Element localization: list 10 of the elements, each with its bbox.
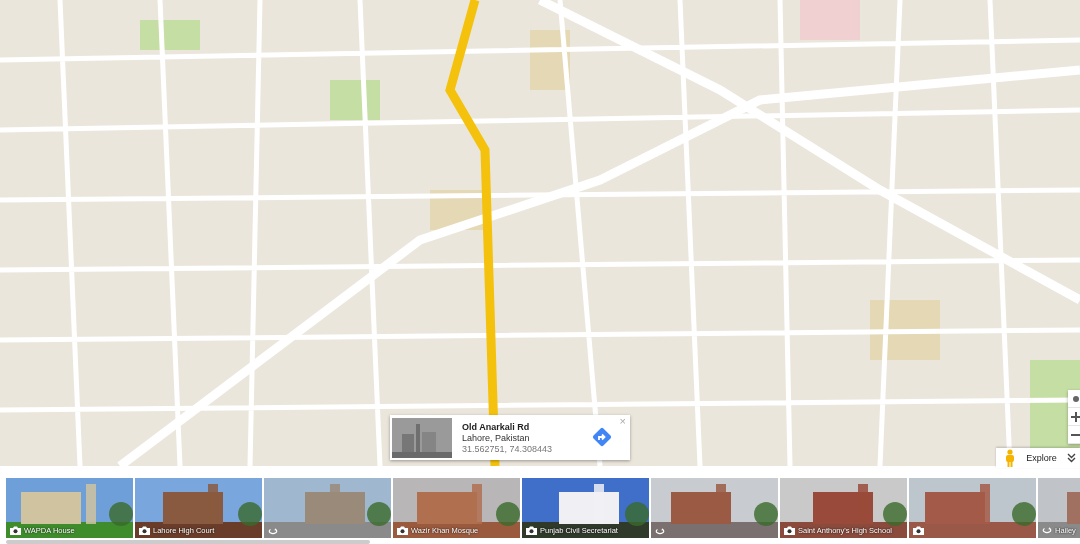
camera-icon bbox=[139, 526, 150, 535]
camera-icon bbox=[784, 526, 795, 535]
rotate-icon bbox=[1042, 527, 1052, 534]
scrollbar-thumb[interactable] bbox=[6, 540, 370, 544]
rotate-icon bbox=[655, 528, 665, 535]
camera-icon bbox=[913, 526, 924, 535]
camera-icon bbox=[10, 526, 21, 535]
camera-icon bbox=[526, 526, 537, 535]
camera-icon bbox=[397, 526, 408, 535]
rotate-icon bbox=[268, 528, 278, 535]
